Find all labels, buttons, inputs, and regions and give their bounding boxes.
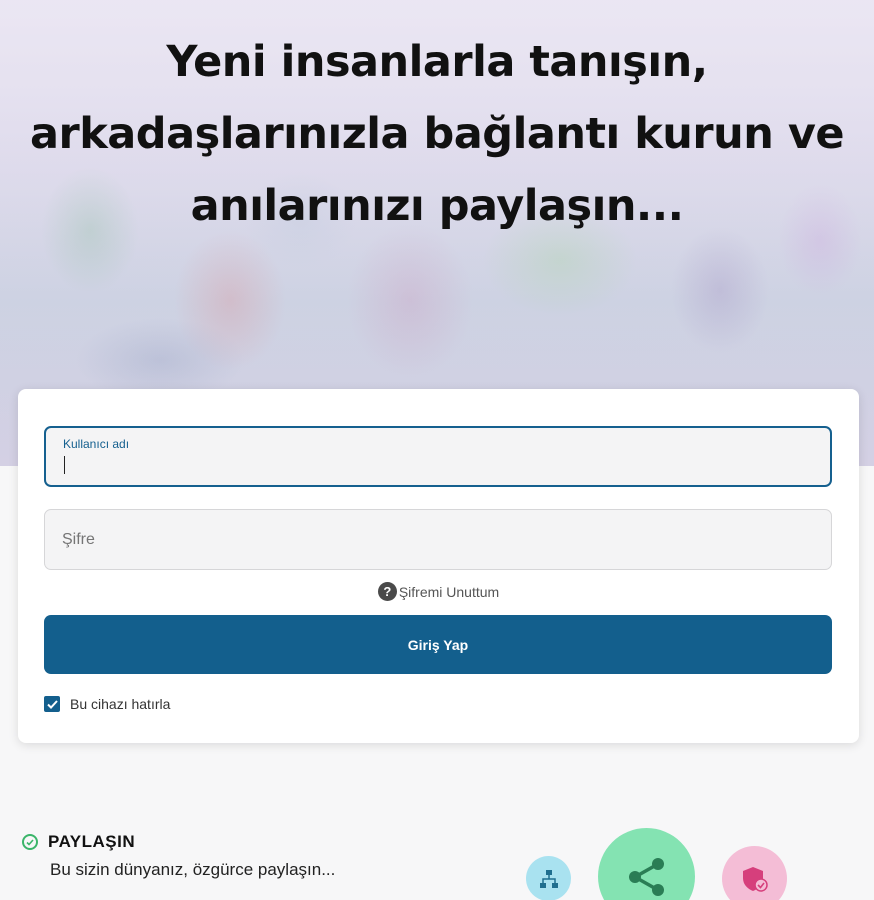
- forgot-password-label: Şifremi Unuttum: [398, 583, 500, 600]
- remember-label: Bu cihazı hatırla: [70, 696, 171, 712]
- remember-device[interactable]: Bu cihazı hatırla: [44, 696, 170, 712]
- share-icon: [598, 828, 695, 900]
- login-button[interactable]: Giriş Yap: [44, 615, 832, 674]
- feature-title-row: PAYLAŞIN: [22, 832, 335, 852]
- password-field[interactable]: [44, 509, 832, 570]
- login-card: Kullanıcı adı ? Şifremi Unuttum Giriş Ya…: [18, 389, 859, 743]
- sitemap-icon: [526, 856, 571, 900]
- checkmark-icon: [46, 699, 58, 709]
- remember-checkbox[interactable]: [44, 696, 60, 712]
- feature-title: PAYLAŞIN: [48, 832, 136, 851]
- hero-heading: Yeni insanlarla tanışın, arkadaşlarınızl…: [29, 37, 845, 231]
- username-field[interactable]: Kullanıcı adı: [44, 426, 832, 487]
- password-input[interactable]: [45, 510, 831, 569]
- question-icon: ?: [377, 582, 397, 601]
- forgot-password-link[interactable]: ? Şifremi Unuttum: [18, 582, 859, 601]
- check-circle-icon: [22, 834, 38, 850]
- feature-description: Bu sizin dünyanız, özgürce paylaşın...: [50, 860, 336, 879]
- shield-check-icon: [722, 846, 787, 900]
- feature-share: PAYLAŞIN Bu sizin dünyanız, özgürce payl…: [22, 832, 335, 880]
- username-input[interactable]: [46, 428, 830, 485]
